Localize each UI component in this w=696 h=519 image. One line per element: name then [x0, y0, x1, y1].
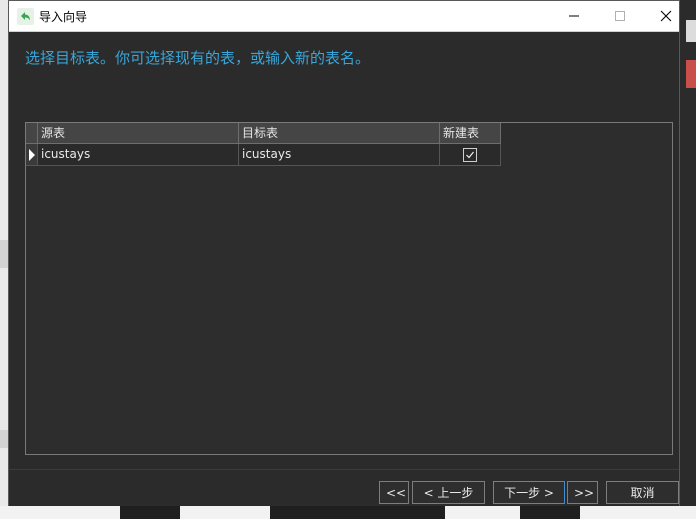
new-table-checkbox[interactable] — [463, 147, 477, 162]
table-mapping-grid: 源表 目标表 新建表 icustays icustays — [25, 122, 673, 455]
instruction-text: 选择目标表。你可选择现有的表，或输入新的表名。 — [25, 49, 371, 67]
background-taskbar-fragment — [0, 506, 696, 519]
column-header-source[interactable]: 源表 — [38, 123, 239, 144]
title-bar: 导入向导 — [9, 1, 679, 32]
background-window-left — [0, 0, 8, 519]
target-table-cell[interactable]: icustays — [239, 144, 440, 166]
next-step-button[interactable]: 下一步 > — [493, 481, 565, 504]
last-step-button[interactable]: >> — [567, 481, 598, 504]
cancel-button[interactable]: 取消 — [606, 481, 679, 504]
source-table-cell[interactable]: icustays — [38, 144, 239, 166]
first-step-button[interactable]: << — [379, 481, 409, 504]
previous-step-button[interactable]: < 上一步 — [412, 481, 485, 504]
maximize-button[interactable] — [597, 1, 643, 31]
close-button[interactable] — [643, 1, 689, 31]
row-indicator-icon — [26, 144, 38, 166]
column-header-new-table[interactable]: 新建表 — [440, 123, 501, 144]
import-wizard-dialog: 导入向导 选择目标表。你可选择现有的表，或输入新的表名。 源表 目标表 新建表 … — [8, 0, 680, 506]
minimize-icon — [569, 15, 579, 17]
checkmark-icon — [466, 151, 474, 158]
column-header-target[interactable]: 目标表 — [239, 123, 440, 144]
background-window-right — [680, 0, 696, 519]
import-wizard-app-icon — [17, 8, 34, 25]
wizard-footer: << < 上一步 下一步 > >> 取消 — [9, 469, 679, 506]
new-table-cell[interactable] — [440, 144, 501, 166]
minimize-button[interactable] — [551, 1, 597, 31]
close-icon — [660, 10, 672, 22]
window-title: 导入向导 — [39, 10, 88, 24]
maximize-icon — [615, 11, 625, 21]
grid-corner — [26, 123, 38, 144]
